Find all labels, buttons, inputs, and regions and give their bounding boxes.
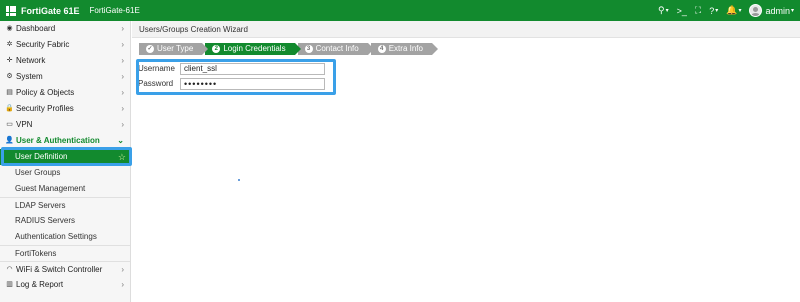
user-menu[interactable]: admin ▾ — [749, 4, 794, 17]
login-credentials-form: Username Password — [136, 59, 336, 95]
wizard-step-label: Extra Info — [388, 44, 423, 53]
fortinet-logo-icon — [6, 5, 16, 16]
sidebar: ◉ Dashboard › ✲ Security Fabric › ✛ Netw… — [0, 21, 131, 302]
dashboard-icon: ◉ — [6, 25, 13, 32]
username-row: Username — [136, 62, 326, 75]
chevron-right-icon: › — [121, 56, 124, 65]
user-icon: 👤 — [5, 137, 14, 144]
sidebar-item-policy-objects[interactable]: ▤ Policy & Objects › — [0, 85, 130, 101]
sidebar-subitem-label: Authentication Settings — [15, 232, 97, 241]
network-icon: ✛ — [6, 57, 13, 64]
chevron-right-icon: › — [121, 88, 124, 97]
top-bar: FortiGate 61E FortiGate-61E ⚲ ▾ >_ ⛶ ? ▾ 🔔… — [0, 0, 800, 21]
sidebar-item-label: Security Fabric — [16, 40, 70, 49]
chevron-right-icon: › — [121, 104, 124, 113]
password-row: Password — [136, 77, 326, 90]
chevron-right-icon: › — [121, 120, 124, 129]
wifi-icon: ◠ — [6, 265, 13, 273]
step-check-icon: ✓ — [146, 45, 154, 53]
sidebar-subitem-label: FortiTokens — [15, 249, 57, 258]
help-icon[interactable]: ? ▾ — [709, 6, 718, 16]
product-name: FortiGate 61E — [21, 5, 80, 16]
step-number: 2 — [212, 45, 221, 53]
sidebar-item-system[interactable]: ⚙ System › — [0, 69, 130, 85]
wizard-step-label: User Type — [157, 44, 194, 53]
sidebar-item-label: Policy & Objects — [16, 88, 75, 97]
sidebar-subitem-label: LDAP Servers — [15, 201, 66, 210]
favorite-star-icon[interactable]: ☆ — [118, 149, 126, 165]
fabric-icon: ✲ — [6, 41, 13, 48]
wizard-step-label: Contact Info — [315, 44, 359, 53]
gear-icon: ⚙ — [6, 73, 13, 80]
sidebar-subitem-radius-servers[interactable]: RADIUS Servers — [0, 213, 130, 229]
fullscreen-icon[interactable]: ⛶ — [695, 5, 701, 16]
avatar — [749, 4, 763, 17]
sidebar-item-label: User & Authentication — [16, 136, 100, 145]
sidebar-subitem-label: RADIUS Servers — [15, 216, 76, 225]
page-title: Users/Groups Creation Wizard — [132, 21, 800, 38]
chevron-right-icon: › — [121, 72, 124, 81]
sidebar-item-network[interactable]: ✛ Network › — [0, 53, 130, 69]
step-number: 3 — [304, 45, 313, 53]
sidebar-subitem-fortitokens[interactable]: FortiTokens — [0, 245, 130, 261]
sidebar-subitem-label: User Groups — [15, 168, 61, 177]
cli-console-icon[interactable]: >_ — [677, 6, 687, 16]
sidebar-item-wifi-switch-controller[interactable]: ◠ WiFi & Switch Controller › — [0, 261, 130, 277]
password-field[interactable] — [180, 77, 325, 90]
sidebar-item-label: Network — [16, 56, 46, 65]
main-content: Users/Groups Creation Wizard ✓ User Type… — [132, 21, 800, 302]
user-name: admin — [765, 5, 790, 16]
sidebar-item-security-profiles[interactable]: 🔒 Security Profiles › — [0, 101, 130, 117]
wizard-step-label: Login Credentials — [223, 44, 286, 53]
chevron-down-icon: ⌄ — [117, 136, 124, 145]
hostname: FortiGate-61E — [89, 6, 140, 15]
username-field[interactable] — [180, 62, 325, 75]
sidebar-subitem-label: Guest Management — [15, 184, 86, 193]
wizard-step-extra-info[interactable]: 4 Extra Info — [370, 43, 439, 55]
sidebar-item-label: WiFi & Switch Controller — [16, 264, 103, 274]
sidebar-item-label: Security Profiles — [16, 104, 74, 113]
sidebar-item-label: VPN — [16, 120, 33, 129]
sidebar-item-user-authentication[interactable]: 👤 User & Authentication ⌄ — [0, 133, 130, 149]
top-icons: ⚲ ▾ >_ ⛶ ? ▾ 🔔 ▾ admin ▾ — [650, 0, 794, 21]
chevron-right-icon: › — [121, 24, 124, 33]
sidebar-item-dashboard[interactable]: ◉ Dashboard › — [0, 21, 130, 37]
lock-icon: 🔒 — [5, 105, 14, 112]
chevron-right-icon: › — [121, 40, 124, 49]
sidebar-subitem-user-definition[interactable]: User Definition ☆ — [0, 149, 130, 165]
search-icon[interactable]: ⚲ ▾ — [658, 5, 669, 16]
sidebar-subitem-user-groups[interactable]: User Groups — [0, 165, 130, 181]
chevron-right-icon: › — [121, 280, 124, 289]
username-label: Username — [138, 64, 175, 73]
loading-dot — [238, 179, 240, 181]
sidebar-subitem-label: User Definition — [15, 152, 68, 161]
sidebar-item-log-report[interactable]: ▥ Log & Report › — [0, 277, 130, 293]
password-label: Password — [138, 79, 174, 88]
wizard-step-contact-info[interactable]: 3 Contact Info — [297, 43, 374, 55]
vpn-icon: ▭ — [6, 121, 13, 128]
sidebar-subitem-authentication-settings[interactable]: Authentication Settings — [0, 229, 130, 245]
report-icon: ▥ — [6, 281, 13, 288]
sidebar-item-label: Dashboard — [16, 24, 56, 33]
policy-icon: ▤ — [6, 89, 13, 96]
wizard-steps: ✓ User Type 2 Login Credentials 3 Contac… — [139, 43, 439, 55]
sidebar-item-label: System — [16, 72, 43, 81]
sidebar-item-vpn[interactable]: ▭ VPN › — [0, 117, 130, 133]
wizard-step-login-credentials[interactable]: 2 Login Credentials — [205, 43, 301, 55]
sidebar-item-label: Log & Report — [16, 280, 64, 289]
wizard-step-user-type[interactable]: ✓ User Type — [139, 43, 209, 55]
notification-bell-icon[interactable]: 🔔 ▾ — [726, 5, 741, 16]
sidebar-item-security-fabric[interactable]: ✲ Security Fabric › — [0, 37, 130, 53]
sidebar-subitem-guest-management[interactable]: Guest Management — [0, 181, 130, 197]
sidebar-subitem-ldap-servers[interactable]: LDAP Servers — [0, 197, 130, 213]
step-number: 4 — [377, 45, 386, 53]
chevron-right-icon: › — [121, 264, 124, 274]
